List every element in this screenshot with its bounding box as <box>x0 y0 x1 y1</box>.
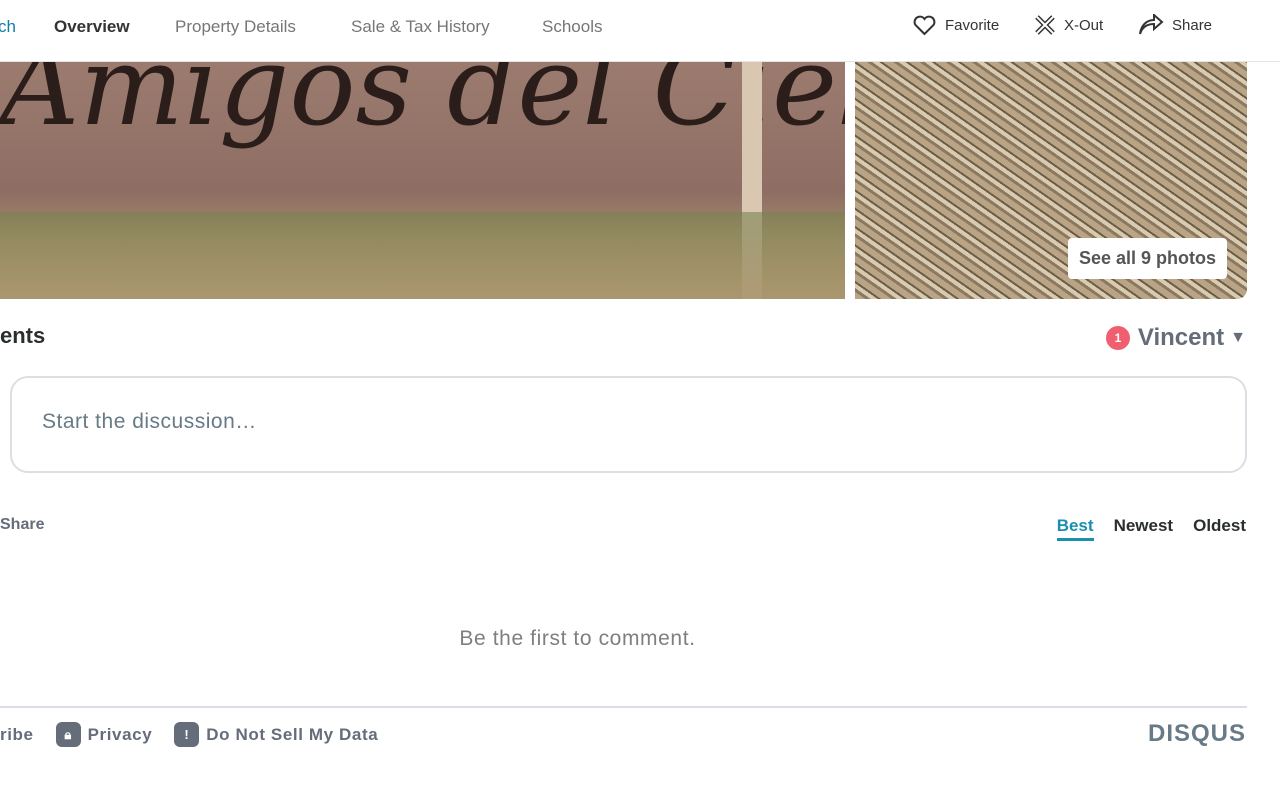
footer-links: ribe 🔒︎ Privacy ! Do Not Sell My Data <box>0 722 378 747</box>
sort-newest[interactable]: Newest <box>1114 516 1174 541</box>
empty-message: Be the first to comment. <box>459 627 696 650</box>
do-not-sell-label: Do Not Sell My Data <box>206 724 379 744</box>
sort-oldest[interactable]: Oldest <box>1193 516 1246 541</box>
user-menu[interactable]: 1 Vincent ▼ <box>1105 324 1246 352</box>
xout-button[interactable]: X-Out <box>1034 14 1103 36</box>
caret-down-icon: ▼ <box>1230 329 1246 346</box>
comments-title: ents <box>0 323 46 348</box>
subscribe-link[interactable]: ribe <box>0 725 34 745</box>
nav-search-link[interactable]: ch <box>0 17 16 37</box>
share-discussion-button[interactable]: Share <box>0 516 44 534</box>
tab-schools[interactable]: Schools <box>542 17 602 37</box>
share-label: Share <box>1172 16 1213 34</box>
see-all-photos-button[interactable]: See all 9 photos <box>1067 238 1227 279</box>
share-button[interactable]: Share <box>1138 14 1212 36</box>
disqus-logo[interactable]: DISQUS <box>1148 720 1246 748</box>
photo-main[interactable]: Amigos del Cielo <box>0 62 845 299</box>
photo-lizard[interactable]: See all 9 photos <box>855 62 1247 299</box>
user-name: Vincent <box>1137 324 1225 351</box>
divider <box>0 706 1247 708</box>
exclamation-icon: ! <box>174 722 200 747</box>
brush <box>0 212 845 299</box>
sign-lettering: Amigos del Cielo <box>0 62 845 150</box>
tab-sale-tax-history[interactable]: Sale & Tax History <box>351 17 490 37</box>
xout-label: X-Out <box>1064 16 1104 34</box>
sort-tabs: Best Newest Oldest <box>1056 516 1246 541</box>
privacy-link[interactable]: 🔒︎ Privacy <box>55 722 153 747</box>
share-arrow-icon <box>1139 14 1164 35</box>
lock-icon: 🔒︎ <box>55 722 81 747</box>
top-nav: ch Overview Property Details Sale & Tax … <box>0 0 1280 62</box>
tab-property-details[interactable]: Property Details <box>175 17 296 37</box>
comment-input[interactable]: Start the discussion… <box>10 376 1247 473</box>
tab-overview[interactable]: Overview <box>54 17 130 37</box>
heart-icon <box>913 15 936 36</box>
favorite-button[interactable]: Favorite <box>912 14 999 36</box>
x-icon <box>1035 15 1055 35</box>
privacy-label: Privacy <box>87 724 153 744</box>
favorite-label: Favorite <box>945 16 1000 34</box>
do-not-sell-link[interactable]: ! Do Not Sell My Data <box>174 722 378 747</box>
notification-badge[interactable]: 1 <box>1105 326 1130 350</box>
sort-best[interactable]: Best <box>1056 516 1094 541</box>
